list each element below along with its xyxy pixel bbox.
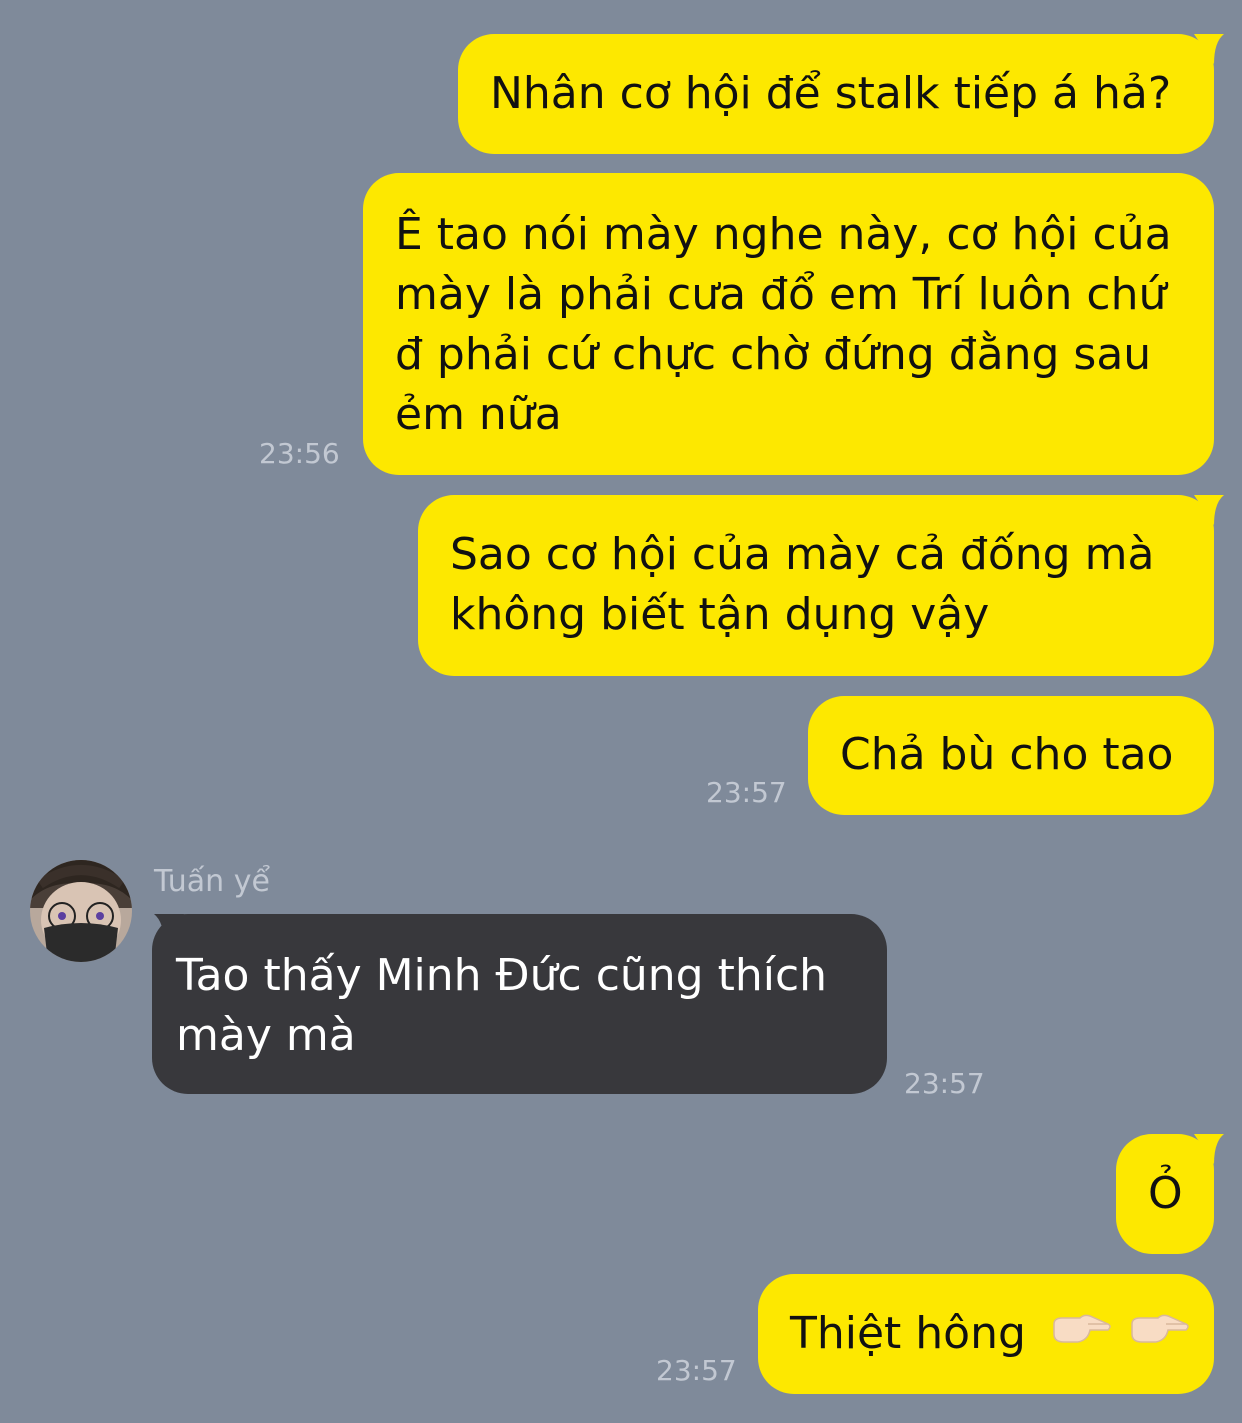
message-bubble-outgoing-3[interactable]: Sao cơ hội của mày cả đống mà không biết…	[418, 495, 1214, 676]
message-bubble-incoming[interactable]: Tao thấy Minh Đức cũng thích mày mà	[152, 914, 887, 1094]
message-text-line: mày mà	[176, 1010, 356, 1061]
message-bubble-outgoing-2[interactable]: Ê tao nói mày nghe này, cơ hội của mày l…	[363, 173, 1214, 475]
avatar[interactable]	[30, 860, 132, 962]
message-timestamp: 23:57	[706, 776, 787, 809]
message-text-line: Ỏ	[1148, 1168, 1183, 1219]
pointing-right-hand-icon	[1128, 1306, 1192, 1366]
message-text-line: Chả bù cho tao	[840, 729, 1174, 780]
message-text-line: Nhân cơ hội để stalk tiếp á hả?	[490, 68, 1172, 119]
pointing-right-hand-icon	[1050, 1306, 1114, 1366]
bubble-tail	[154, 914, 184, 944]
message-text-line: ẻm nữa	[395, 389, 562, 440]
bubble-tail	[1194, 495, 1224, 525]
message-text-line: Ê tao nói mày nghe này, cơ hội của	[395, 209, 1172, 260]
message-bubble-outgoing-4[interactable]: Chả bù cho tao	[808, 696, 1214, 815]
bubble-tail	[1194, 34, 1224, 64]
bubble-tail	[1194, 1134, 1224, 1164]
message-bubble-outgoing-1[interactable]: Nhân cơ hội để stalk tiếp á hả?	[458, 34, 1214, 154]
message-bubble-outgoing-6[interactable]: Thiệt hông	[758, 1274, 1214, 1394]
message-timestamp: 23:57	[656, 1354, 737, 1387]
message-text-line: không biết tận dụng vậy	[450, 589, 990, 640]
message-text-line: Tao thấy Minh Đức cũng thích	[176, 950, 828, 1001]
message-text-line: Thiệt hông	[790, 1308, 1026, 1359]
message-text-line: Sao cơ hội của mày cả đống mà	[450, 529, 1155, 580]
message-text-line: mày là phải cưa đổ em Trí luôn chứ	[395, 269, 1167, 320]
sender-name: Tuấn yể	[154, 864, 270, 899]
profile-photo	[30, 860, 132, 962]
message-timestamp: 23:56	[259, 437, 340, 470]
message-text-line: đ phải cứ chực chờ đứng đằng sau	[395, 329, 1152, 380]
message-timestamp: 23:57	[904, 1067, 985, 1100]
